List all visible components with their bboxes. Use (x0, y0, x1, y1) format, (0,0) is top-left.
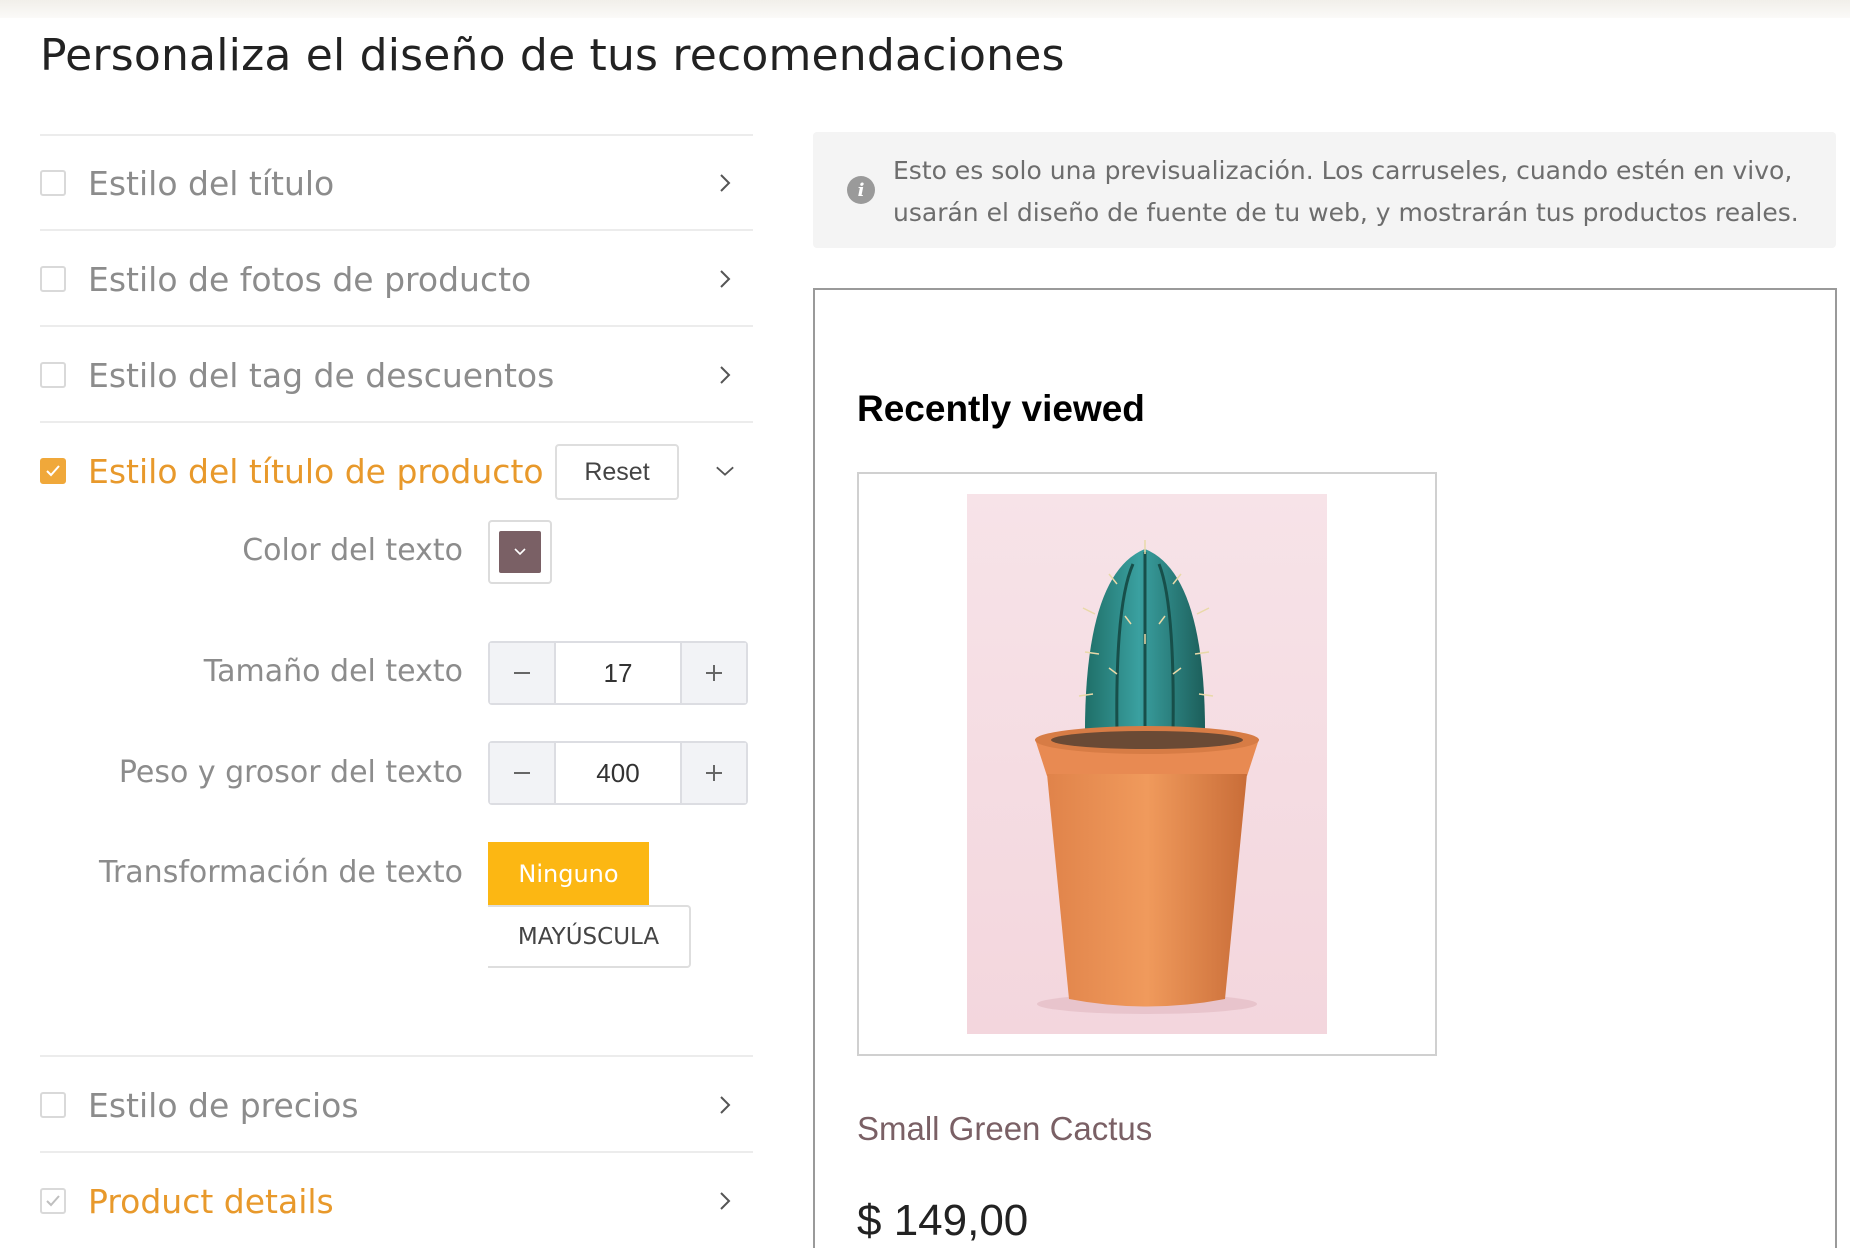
chevron-right-icon[interactable] (715, 363, 735, 387)
accordion-item-product-details[interactable]: Product details (40, 1153, 753, 1249)
chevron-right-icon[interactable] (715, 267, 735, 291)
carousel-preview: Recently viewed Small Green Cactus $ 149… (813, 288, 1837, 1248)
accordion-item-label: Product details (88, 1181, 334, 1221)
product-name[interactable]: Small Green Cactus (857, 1110, 1152, 1148)
product-price: $ 149,00 (857, 1196, 1029, 1245)
checkbox[interactable] (40, 170, 66, 196)
color-swatch-fill (499, 531, 541, 573)
weight-label: Peso y grosor del texto (118, 755, 463, 790)
accordion-item-estilo-precios[interactable]: Estilo de precios (40, 1057, 753, 1153)
preview-notice: i Esto es solo una previsualización. Los… (813, 132, 1836, 248)
transform-option-ninguno[interactable]: Ninguno (488, 842, 649, 905)
chevron-right-icon[interactable] (715, 1189, 735, 1213)
text-size-value[interactable]: 17 (556, 643, 680, 703)
chevron-down-icon[interactable] (715, 459, 735, 483)
plus-icon[interactable] (680, 643, 746, 703)
checkbox-checked[interactable] (40, 458, 66, 484)
check-icon (46, 465, 60, 477)
top-bar (0, 0, 1850, 18)
page-title: Personaliza el diseño de tus recomendaci… (40, 30, 1065, 81)
carousel-heading: Recently viewed (857, 388, 1145, 429)
accordion-item-label: Estilo del título de producto (88, 451, 544, 491)
text-weight-value[interactable]: 400 (556, 743, 680, 803)
product-card[interactable] (857, 472, 1437, 1056)
product-image (967, 494, 1327, 1034)
checkbox[interactable] (40, 1092, 66, 1118)
accordion-item-label: Estilo del título (88, 163, 335, 203)
accordion-item-estilo-fotos[interactable]: Estilo de fotos de producto (40, 231, 753, 327)
accordion-item-estilo-tag-descuentos[interactable]: Estilo del tag de descuentos (40, 327, 753, 423)
minus-icon[interactable] (490, 643, 556, 703)
info-icon: i (847, 176, 875, 204)
text-color-picker[interactable] (488, 520, 552, 584)
accordion-item-label: Estilo de fotos de producto (88, 259, 532, 299)
accordion-item-estilo-titulo[interactable]: Estilo del título (40, 135, 753, 231)
checkbox-checked[interactable] (40, 1188, 66, 1214)
checkbox[interactable] (40, 362, 66, 388)
accordion-item-label: Estilo de precios (88, 1085, 359, 1125)
checkbox[interactable] (40, 266, 66, 292)
accordion-item-label: Estilo del tag de descuentos (88, 355, 555, 395)
color-label: Color del texto (242, 533, 463, 568)
size-label: Tamaño del texto (203, 654, 463, 689)
chevron-right-icon[interactable] (715, 1093, 735, 1117)
check-icon (46, 1195, 60, 1207)
transform-option-mayuscula[interactable]: MAYÚSCULA (488, 905, 691, 968)
preview-notice-text: Esto es solo una previsualización. Los c… (893, 156, 1799, 227)
chevron-down-icon (514, 548, 526, 556)
text-weight-stepper: 400 (488, 741, 748, 805)
chevron-right-icon[interactable] (715, 171, 735, 195)
minus-icon[interactable] (490, 743, 556, 803)
transform-label: Transformación de texto (99, 855, 463, 890)
reset-button[interactable]: Reset (555, 444, 679, 500)
text-size-stepper: 17 (488, 641, 748, 705)
plus-icon[interactable] (680, 743, 746, 803)
